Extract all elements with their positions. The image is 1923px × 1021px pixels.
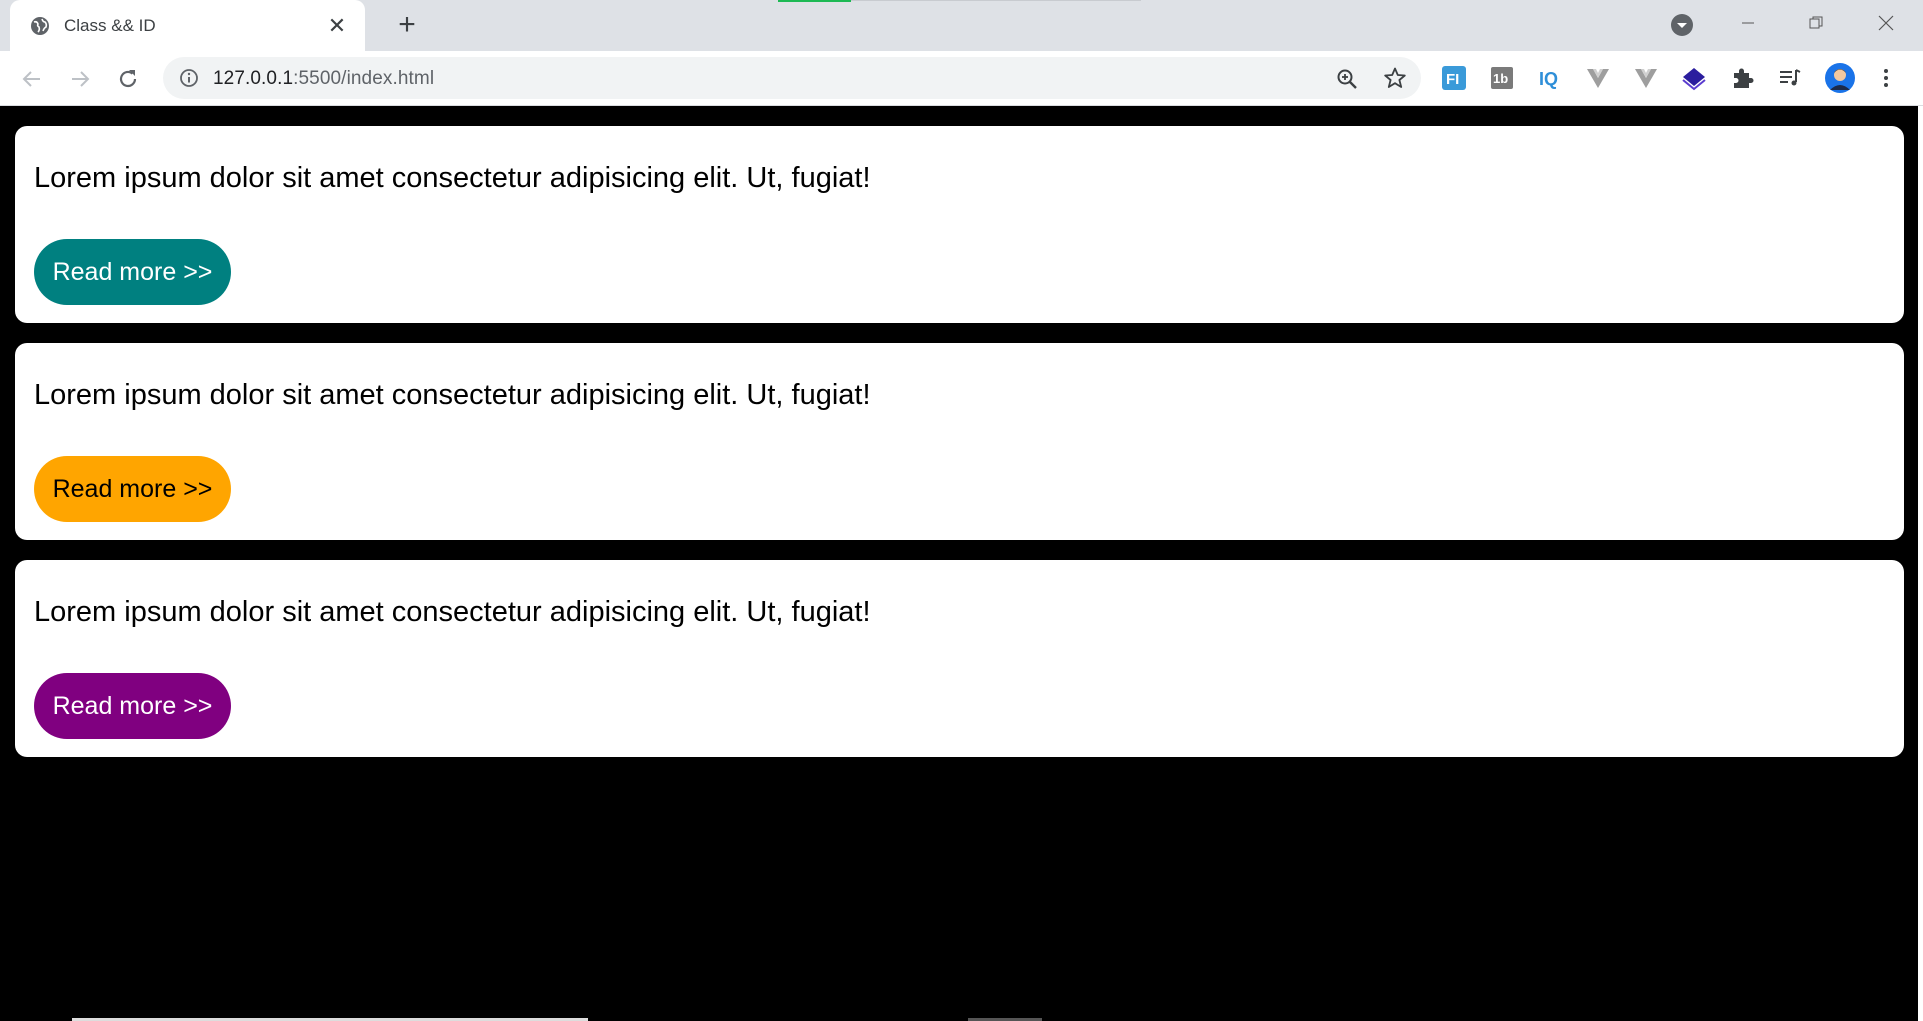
plus-icon[interactable]: +: [388, 6, 426, 44]
media-queue-icon[interactable]: [1777, 65, 1803, 91]
card-text: Lorem ipsum dolor sit amet consectetur a…: [34, 162, 871, 194]
close-icon[interactable]: ✕: [317, 13, 357, 39]
tab-strip: Class && ID ✕ +: [0, 0, 1923, 51]
page-viewport: Lorem ipsum dolor sit amet consectetur a…: [0, 106, 1923, 1021]
restore-button[interactable]: [1792, 8, 1840, 38]
svg-text:1b: 1b: [1493, 71, 1508, 86]
globe-icon: [31, 16, 49, 35]
stack-extension-icon[interactable]: [1681, 65, 1707, 91]
vue-devtools-icon[interactable]: [1633, 65, 1659, 91]
read-more-button[interactable]: Read more >>: [34, 673, 231, 739]
tab-active[interactable]: Class && ID ✕: [10, 0, 365, 51]
reload-icon[interactable]: [112, 63, 144, 95]
tab-search-icon[interactable]: [1670, 13, 1694, 37]
card: Lorem ipsum dolor sit amet consectetur a…: [15, 560, 1904, 757]
kebab-menu-icon[interactable]: [1873, 65, 1899, 91]
fi-extension-icon[interactable]: FI: [1441, 65, 1467, 91]
card: Lorem ipsum dolor sit amet consectetur a…: [15, 126, 1904, 323]
arrow-right-icon[interactable]: [64, 63, 96, 95]
svg-text:FI: FI: [1446, 71, 1459, 88]
url-path: :5500/index.html: [293, 68, 435, 89]
browser-toolbar: 127.0.0.1:5500/index.html FI 1b IQ: [0, 51, 1923, 106]
window-edge: [1918, 106, 1923, 1021]
card-text: Lorem ipsum dolor sit amet consectetur a…: [34, 596, 871, 628]
card-text: Lorem ipsum dolor sit amet consectetur a…: [34, 379, 871, 411]
loading-indicator: [778, 0, 851, 2]
read-more-button[interactable]: Read more >>: [34, 456, 231, 522]
puzzle-icon[interactable]: [1729, 65, 1755, 91]
zoom-icon[interactable]: [1335, 67, 1359, 91]
card: Lorem ipsum dolor sit amet consectetur a…: [15, 343, 1904, 540]
minimize-button[interactable]: [1724, 8, 1772, 38]
1b-extension-icon[interactable]: 1b: [1489, 65, 1515, 91]
avatar[interactable]: [1825, 63, 1855, 93]
read-more-button[interactable]: Read more >>: [34, 239, 231, 305]
iq-extension-icon[interactable]: IQ: [1537, 65, 1563, 91]
tab-divider: [851, 0, 1141, 1]
vue-devtools-icon[interactable]: [1585, 65, 1611, 91]
svg-text:IQ: IQ: [1539, 69, 1558, 89]
star-icon[interactable]: [1383, 66, 1407, 90]
url-text: 127.0.0.1:5500/index.html: [213, 68, 434, 90]
address-bar[interactable]: 127.0.0.1:5500/index.html: [163, 57, 1421, 99]
url-host: 127.0.0.1: [213, 68, 294, 89]
arrow-left-icon[interactable]: [16, 63, 48, 95]
tab-title: Class && ID: [64, 15, 156, 35]
window-close-button[interactable]: [1862, 8, 1910, 38]
info-icon[interactable]: [179, 68, 199, 88]
